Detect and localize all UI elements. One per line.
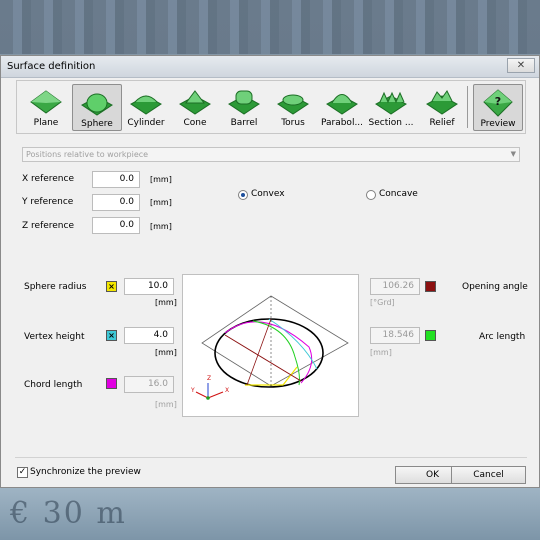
- arc-length-marker: [425, 330, 436, 341]
- convex-radio[interactable]: [238, 190, 248, 200]
- concave-radio[interactable]: [366, 190, 376, 200]
- concave-label: Concave: [379, 189, 418, 199]
- chord-length-marker: [106, 378, 117, 389]
- sphere-radius-label: Sphere radius: [24, 282, 87, 292]
- tool-label: Sphere: [81, 119, 113, 129]
- background-watermark: € 30 m: [10, 496, 127, 531]
- x-reference-unit: [mm]: [150, 175, 172, 184]
- tool-sphere-button[interactable]: Sphere: [72, 84, 122, 131]
- vertex-height-unit: [mm]: [155, 348, 177, 357]
- synchronize-preview-checkbox[interactable]: ✓: [17, 467, 28, 478]
- tool-label: Cone: [183, 118, 207, 128]
- tool-label: Plane: [33, 118, 59, 128]
- tool-section-button[interactable]: Section ...: [366, 84, 416, 131]
- tool-plane-button[interactable]: Plane: [21, 84, 71, 131]
- tool-torus-button[interactable]: Torus: [268, 84, 318, 131]
- vertex-height-marker: ×: [106, 330, 117, 341]
- tool-label: Relief: [429, 118, 455, 128]
- section-surface-icon: [375, 91, 407, 115]
- title-bar[interactable]: Surface definition ✕: [1, 56, 539, 78]
- y-reference-label: Y reference: [22, 197, 74, 207]
- y-reference-input[interactable]: 0.0: [92, 194, 140, 211]
- x-reference-input[interactable]: 0.0: [92, 171, 140, 188]
- surface-definition-dialog: Surface definition ✕ Plane Sphere Cylinder…: [0, 55, 540, 488]
- axis-y-label: Y: [190, 387, 195, 394]
- z-reference-label: Z reference: [22, 221, 75, 231]
- window-title: Surface definition: [7, 61, 96, 72]
- x-reference-label: X reference: [22, 174, 75, 184]
- arc-length-input: 18.546: [370, 327, 420, 344]
- positions-select-value: Positions relative to workpiece: [26, 150, 149, 159]
- cone-surface-icon: [179, 90, 211, 115]
- sphere-surface-icon: [81, 93, 113, 116]
- preview-help-icon: ?: [483, 89, 513, 117]
- opening-angle-unit: [°Grd]: [370, 298, 395, 307]
- positions-select[interactable]: Positions relative to workpiece ▼: [22, 147, 520, 162]
- tool-cylinder-button[interactable]: Cylinder: [121, 84, 171, 131]
- tool-cone-button[interactable]: Cone: [170, 84, 220, 131]
- paraboloid-surface-icon: [326, 94, 358, 115]
- chevron-down-icon: ▼: [510, 150, 516, 158]
- relief-surface-icon: [426, 90, 458, 115]
- tool-label: Parabol...: [320, 118, 364, 128]
- tool-label: Section ...: [368, 118, 414, 128]
- z-reference-unit: [mm]: [150, 222, 172, 231]
- cylinder-surface-icon: [130, 95, 162, 115]
- tool-label: Barrel: [230, 118, 258, 128]
- axis-triad-icon: Z Y X: [190, 375, 229, 400]
- chord-length-unit: [mm]: [155, 400, 177, 409]
- torus-surface-icon: [277, 94, 309, 115]
- desktop-background-top: [0, 0, 540, 54]
- sphere-radius-input[interactable]: 10.0: [124, 278, 174, 295]
- vertex-height-input[interactable]: 4.0: [124, 327, 174, 344]
- sphere-radius-unit: [mm]: [155, 298, 177, 307]
- tool-parabol-button[interactable]: Parabol...: [317, 84, 367, 131]
- opening-angle-label: Opening angle: [462, 282, 528, 292]
- cancel-button[interactable]: Cancel: [451, 466, 526, 484]
- arc-length-label: Arc length: [479, 332, 526, 342]
- preview-button[interactable]: ? Preview: [473, 84, 523, 131]
- z-reference-input[interactable]: 0.0: [92, 217, 140, 234]
- tool-label: Torus: [281, 118, 305, 128]
- close-button[interactable]: ✕: [507, 58, 535, 73]
- sphere-radius-marker: ×: [106, 281, 117, 292]
- surface-preview: Z Y X: [182, 274, 359, 417]
- chord-length-label: Chord length: [24, 380, 83, 390]
- vertex-height-label: Vertex height: [24, 332, 85, 342]
- tool-label-preview: Preview: [480, 119, 516, 129]
- y-reference-unit: [mm]: [150, 198, 172, 207]
- convex-label: Convex: [251, 189, 285, 199]
- plane-surface-icon: [30, 90, 62, 114]
- footer-separator: [15, 457, 527, 458]
- surface-type-toolbar: Plane Sphere Cylinder Cone Barrel Torus Parabo…: [16, 80, 526, 134]
- preview-glyph: ?: [495, 95, 501, 108]
- tool-relief-button[interactable]: Relief: [417, 84, 467, 131]
- synchronize-preview-label: Synchronize the preview: [30, 467, 141, 477]
- opening-angle-input: 106.26: [370, 278, 420, 295]
- arc-length-unit: [mm]: [370, 348, 392, 357]
- barrel-surface-icon: [228, 90, 260, 115]
- axis-z-label: Z: [207, 375, 211, 382]
- chord-length-input: 16.0: [124, 376, 174, 393]
- opening-angle-marker: [425, 281, 436, 292]
- tool-label: Cylinder: [127, 118, 165, 128]
- tool-barrel-button[interactable]: Barrel: [219, 84, 269, 131]
- sphere-preview-drawing: Z Y X: [190, 295, 349, 400]
- toolbar-divider: [467, 86, 468, 128]
- axis-x-label: X: [225, 387, 229, 394]
